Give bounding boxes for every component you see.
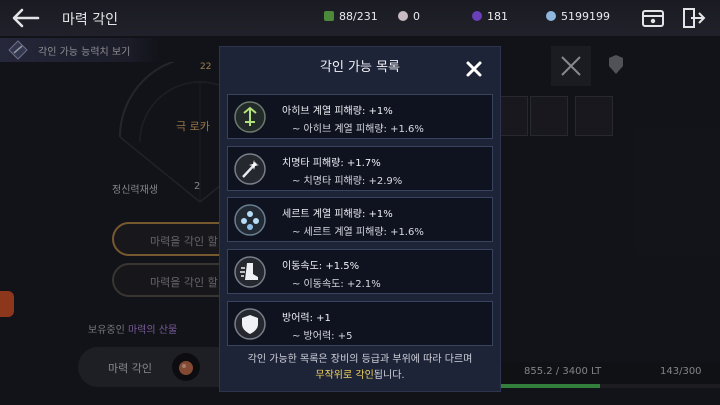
list-item: 방어력: +1 ~ 방어력: +5 (227, 301, 493, 346)
green-gem-icon (324, 11, 334, 21)
critical-sword-icon (234, 153, 266, 185)
exit-icon[interactable] (680, 6, 706, 30)
boot-speed-icon (234, 256, 266, 288)
purple-orb-icon (472, 11, 482, 21)
archive-rune-icon (234, 101, 266, 133)
crystal-icon (546, 11, 556, 21)
modal-footnote-line1: 각인 가능한 목록은 장비의 등급과 부위에 따라 다르며 (247, 354, 473, 365)
purple-orb-stat: 181 (472, 10, 508, 23)
modal-title: 각인 가능 목록 (319, 60, 401, 75)
close-icon[interactable] (465, 60, 483, 78)
modal-footnote-line2: 무작위로 각인됩니다. (315, 370, 405, 381)
sert-rune-icon (234, 204, 266, 236)
pearl-stat: 0 (398, 10, 420, 23)
storage-box-icon[interactable] (640, 6, 666, 30)
list-item: 아히브 계열 피해량: +1% ~ 아히브 계열 피해량: +1.6% (227, 94, 493, 139)
back-arrow-icon[interactable] (10, 7, 40, 29)
list-item: 이동속도: +1.5% ~ 이동속도: +2.1% (227, 249, 493, 294)
pearl-icon (398, 11, 408, 21)
shield-icon (234, 308, 266, 340)
list-item: 세르트 계열 피해량: +1% ~ 세르트 계열 피해량: +1.6% (227, 197, 493, 242)
list-item: 치명타 피해량: +1.7% ~ 치명타 피해량: +2.9% (227, 146, 493, 191)
green-gem-stat: 88/231 (324, 10, 378, 23)
crystal-stat: 5199199 (546, 10, 610, 23)
page-title: 마력 각인 (62, 12, 118, 28)
